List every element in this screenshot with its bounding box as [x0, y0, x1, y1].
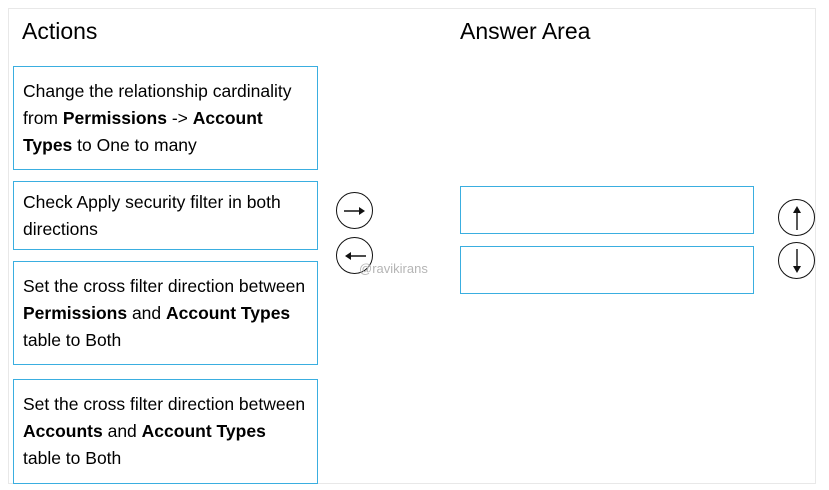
action-text-bold: Account Types [141, 421, 266, 441]
action-card-text: Check Apply security filter in both dire… [23, 189, 307, 243]
action-text: -> [166, 107, 193, 128]
arrow-up-icon [792, 205, 801, 230]
action-text: table to Both [23, 329, 122, 350]
answer-area-heading: Answer Area [460, 18, 591, 44]
action-card-4[interactable]: Set the cross filter direction between A… [13, 379, 318, 484]
move-right-button[interactable] [336, 192, 373, 229]
action-text: table to Both [23, 448, 122, 468]
move-down-button[interactable] [778, 242, 815, 279]
arrow-right-icon [343, 206, 365, 215]
answer-slot-1[interactable] [460, 186, 754, 234]
action-text: Check Apply security filter in both dire… [23, 191, 281, 239]
action-text-bold: Permissions [62, 107, 167, 128]
action-card-text: Set the cross filter direction between P… [23, 273, 307, 354]
move-up-button[interactable] [778, 199, 815, 236]
action-card-1[interactable]: Change the relationship cardinality from… [13, 66, 318, 170]
action-card-2[interactable]: Check Apply security filter in both dire… [13, 181, 318, 250]
action-text: Set the cross filter direction between [23, 275, 306, 296]
action-text: Set the cross filter direction between [23, 394, 306, 414]
answer-slot-2[interactable] [460, 246, 754, 294]
watermark: @ravikirans [359, 261, 428, 276]
action-card-3[interactable]: Set the cross filter direction between P… [13, 261, 318, 365]
action-text: to One to many [72, 134, 197, 155]
action-text-bold: Accounts [23, 421, 103, 441]
action-text: and [102, 421, 142, 441]
arrow-down-icon [792, 248, 801, 273]
action-card-text: Set the cross filter direction between A… [23, 391, 307, 472]
action-text-bold: Permissions [23, 302, 128, 323]
action-card-text: Change the relationship cardinality from… [23, 78, 307, 159]
actions-heading: Actions [22, 18, 98, 44]
action-text-bold: Account Types [166, 302, 291, 323]
action-text: and [127, 302, 167, 323]
